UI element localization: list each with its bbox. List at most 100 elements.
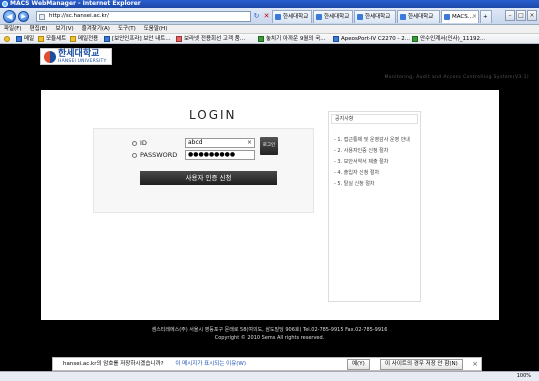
infobar-message: hansei.ac.kr의 암호를 저장하시겠습니까? [63,361,164,367]
password-input[interactable]: ●●●●●●●●● [185,150,255,160]
back-button[interactable]: ◀ [3,10,16,23]
login-button[interactable]: 로그인 [260,137,278,155]
login-form: ID abcd × PASSWORD ●●●●●●●●● 로그인 사용자 인증 … [93,128,314,213]
favorite-item[interactable]: 메일 [16,34,35,43]
tab-favicon [316,14,322,20]
notice-title: 공지사항 [331,114,418,124]
menu-file[interactable]: 파일(F) [4,25,22,33]
refresh-icon[interactable]: ↻ [252,11,261,22]
notice-item[interactable]: - 1. 접근통제 및 운영감사 운영 안내 [334,135,410,146]
favorites-star-icon[interactable] [4,34,13,43]
tab-3[interactable]: 한세대학교 [354,10,396,23]
address-input[interactable]: http://sc.hansei.ac.kr/ [36,11,251,22]
id-label: ID [132,139,147,147]
save-password-yes-button[interactable]: 예(Y) [347,359,370,370]
window-title: MACS WebManager - Internet Explorer [10,0,141,7]
favorite-label: 보라넷 전용회선 고객 품... [184,36,246,42]
footer-address: 셈스티레에스(주) 서울시 영등포구 문래로 58(여의도, 삼도빌딩 906호… [151,327,388,333]
tab-label: MACS... [452,14,473,20]
close-button[interactable]: × [527,10,537,21]
university-logo[interactable]: 한세대학교 HANSEI UNIVERSITY [40,48,112,65]
page-icon [176,36,182,42]
tab-4[interactable]: 한세대학교 [397,10,440,23]
tab-favicon [275,14,281,20]
favorite-label: 메일전용 [78,36,99,42]
never-save-button[interactable]: 이 사이트의 경우 저장 안 함(N) [380,359,463,370]
favorite-item[interactable]: 메일전용 [70,34,99,43]
favorite-label: 안수인계서(인사)_11192... [420,36,486,42]
tab-label: 한세대학교 [324,14,350,20]
notice-list: - 1. 접근통제 및 운영감사 운영 안내 - 2. 사용자인증 신청 절차 … [334,135,410,190]
infobar-close-icon[interactable]: × [472,358,478,370]
tab-favicon [444,14,450,20]
tab-1[interactable]: 한세대학교 [272,10,312,23]
window-title-bar: MACS WebManager - Internet Explorer [0,0,539,8]
favorite-label: 모듈세트 [46,36,67,42]
favorite-item[interactable]: 모듈세트 [38,34,67,43]
clear-icon[interactable]: × [247,139,252,147]
menu-tools[interactable]: 도구(T) [118,25,136,33]
maximize-button[interactable]: □ [516,10,526,21]
password-value: ●●●●●●●●● [188,151,236,158]
favorite-item[interactable]: [보안인프라] 보안 내트... [104,34,171,43]
tab-2[interactable]: 한세대학교 [313,10,353,23]
favorites-bar: 메일 모듈세트 메일전용 [보안인프라] 보안 내트... 보라넷 전용회선 고… [0,34,539,44]
footer-copyright: Copyright © 2010 Sems All rights reserve… [214,335,325,341]
notice-item[interactable]: - 4. 출입자 신청 절차 [334,168,410,179]
tab-label: 한세대학교 [365,14,391,20]
folder-icon [70,36,76,42]
notice-item[interactable]: - 2. 사용자인증 신청 절차 [334,146,410,157]
radio-icon [132,152,137,158]
favorite-label: 놓치기 아까운 9월의 국... [266,36,326,42]
favorite-item[interactable]: 안수인계서(인사)_11192... [412,34,486,43]
user-cert-request-button[interactable]: 사용자 인증 신청 [140,171,277,185]
tab-favicon [400,14,406,20]
logo-english: HANSEI UNIVERSITY [58,59,107,64]
window-controls: – □ × [505,10,537,23]
menu-favorites[interactable]: 즐겨찾기(A) [82,25,110,33]
tab-close-icon[interactable]: × [472,11,477,23]
page-icon [39,14,45,20]
infobar-why-link[interactable]: 이 메시지가 표시되는 이유(W) [175,361,246,367]
login-panel: LOGIN ID abcd × PASSWORD ●●●●●●●●● 로그인 사… [41,90,499,320]
address-url: http://sc.hansei.ac.kr/ [49,13,109,19]
navigation-bar: ◀ ▶ http://sc.hansei.ac.kr/ ↻ ✕ 한세대학교 한세… [0,8,539,25]
folder-icon [38,36,44,42]
mail-icon [16,36,22,42]
id-value: abcd [188,139,203,146]
favorite-label: ApeosPort-IV C2270 - 2... [341,36,410,42]
tab-5-active[interactable]: MACS... × [441,10,479,23]
menu-help[interactable]: 도움말(H) [144,25,168,33]
tab-label: 한세대학교 [408,14,434,20]
page-icon [333,36,339,42]
radio-icon [132,140,137,146]
password-label: PASSWORD [132,151,177,159]
notice-item[interactable]: - 3. 보안서약서 제출 절차 [334,157,410,168]
menu-view[interactable]: 보기(V) [55,25,73,33]
notice-item[interactable]: - 5. 탈실 신청 절차 [334,179,410,190]
minimize-button[interactable]: – [505,10,515,21]
favorite-item[interactable]: ApeosPort-IV C2270 - 2... [333,34,410,43]
status-bar: 100% [0,371,539,381]
page-icon [258,36,264,42]
id-input[interactable]: abcd × [185,138,255,148]
favorite-label: [보안인프라] 보안 내트... [112,36,171,42]
tab-label: 한세대학교 [283,14,309,20]
favorite-item[interactable]: 놓치기 아까운 9월의 국... [258,34,326,43]
new-tab-button[interactable]: + [480,10,492,23]
menu-edit[interactable]: 편집(E) [30,25,48,33]
system-name: Monitoring, Audit and Access Controlling… [384,75,529,80]
page-content: 한세대학교 HANSEI UNIVERSITY Monitoring, Audi… [0,45,539,352]
page-footer: 셈스티레에스(주) 서울시 영등포구 문래로 58(여의도, 삼도빌딩 906호… [0,326,539,342]
page-icon [412,36,418,42]
zoom-level[interactable]: 100% [517,372,531,381]
stop-icon[interactable]: ✕ [262,11,271,22]
favorite-item[interactable]: 보라넷 전용회선 고객 품... [176,34,246,43]
login-title: LOGIN [189,108,237,122]
notice-panel: 공지사항 - 1. 접근통제 및 운영감사 운영 안내 - 2. 사용자인증 신… [328,111,421,302]
save-password-infobar: hansei.ac.kr의 암호를 저장하시겠습니까? 이 메시지가 표시되는 … [52,357,482,371]
favorite-label: 메일 [24,36,35,42]
tab-favicon [357,14,363,20]
forward-button[interactable]: ▶ [18,11,29,22]
ie-icon [2,1,8,7]
